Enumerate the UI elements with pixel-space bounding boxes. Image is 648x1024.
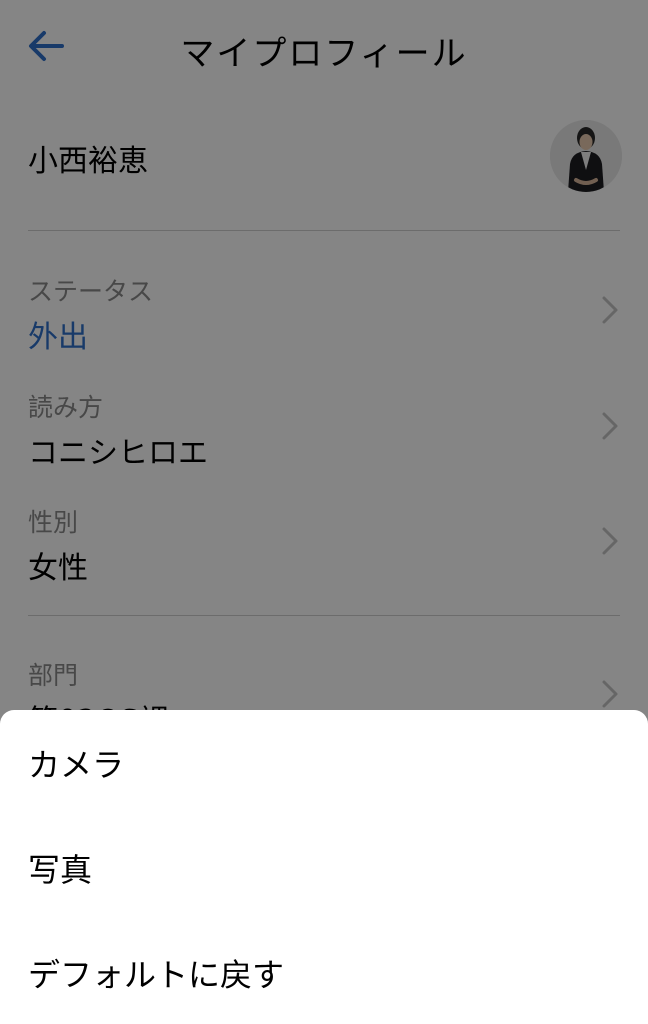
photo-action-sheet: カメラ 写真 デフォルトに戻す xyxy=(0,710,648,1024)
profile-screen: マイプロフィール 小西裕恵 ステータス 外出 読み方 コニシヒロエ 性別 女性 … xyxy=(0,0,648,1024)
photo-option-label: 写真 xyxy=(28,851,93,889)
reset-default-option-label: デフォルトに戻す xyxy=(28,956,285,994)
camera-option[interactable]: カメラ xyxy=(0,710,648,814)
camera-option-label: カメラ xyxy=(28,746,125,784)
photo-option[interactable]: 写真 xyxy=(0,815,648,919)
reset-default-option[interactable]: デフォルトに戻す xyxy=(0,920,648,1024)
